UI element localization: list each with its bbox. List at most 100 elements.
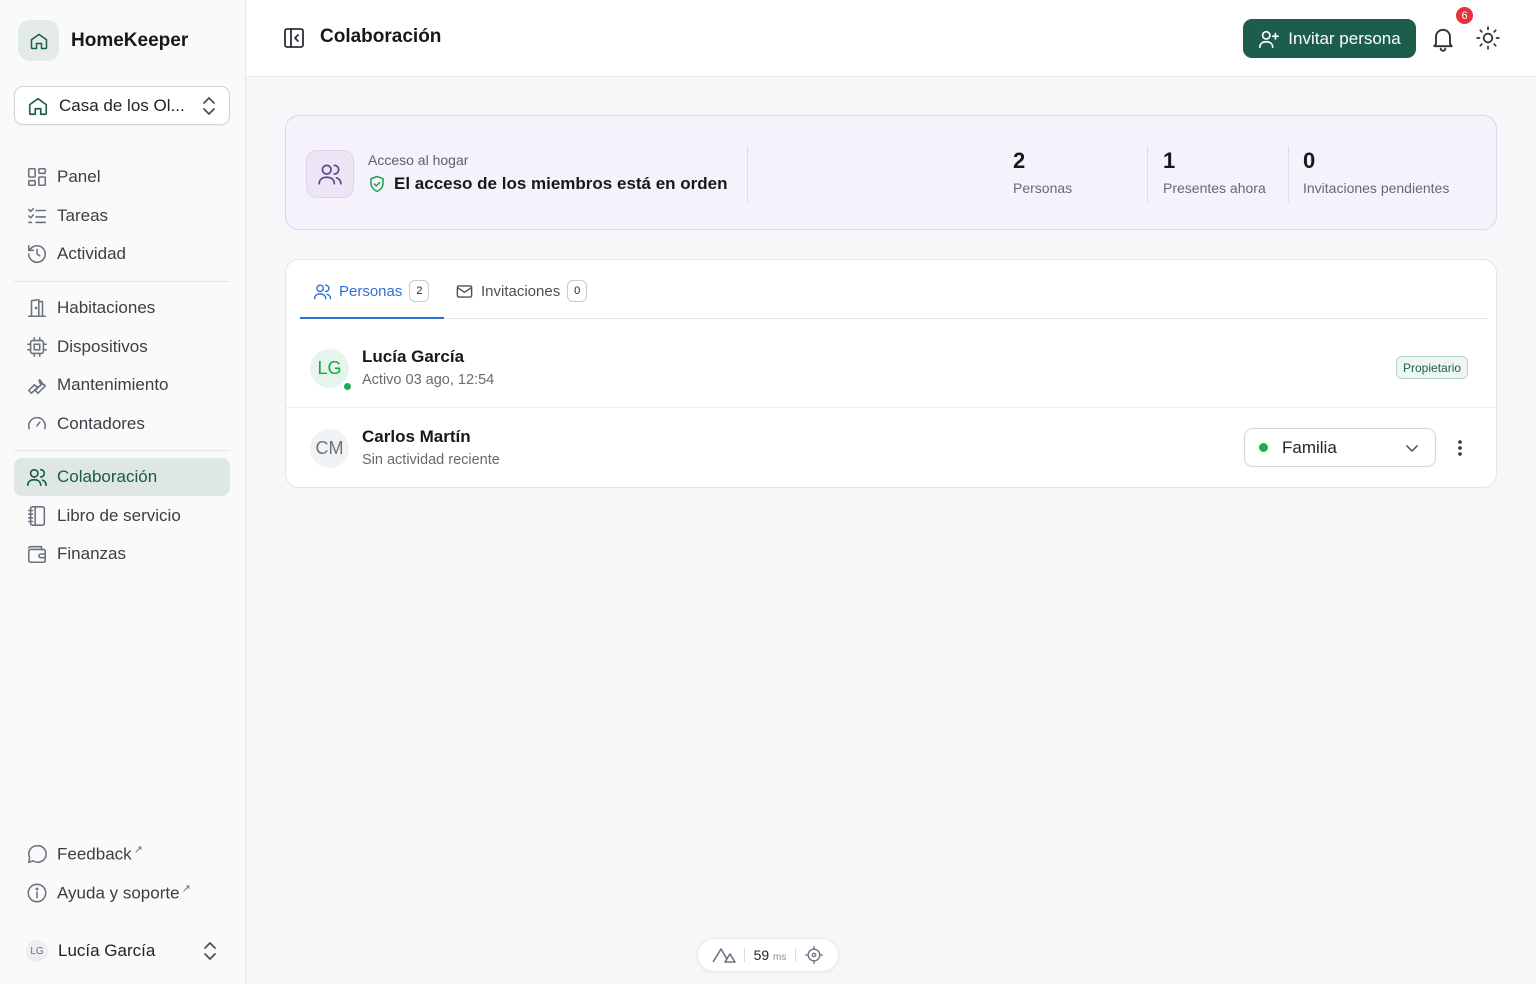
sidebar: HomeKeeper Casa de los Ol... Panel Tarea… [0, 0, 246, 984]
sidebar-item-finanzas[interactable]: Finanzas [14, 535, 230, 573]
brand[interactable]: HomeKeeper [18, 20, 188, 61]
wrench-icon [27, 378, 47, 395]
sidebar-item-habitaciones[interactable]: Habitaciones [14, 289, 230, 327]
history-icon [27, 244, 47, 263]
top-header: Colaboración Invitar persona 6 [246, 0, 1536, 77]
sidebar-item-actividad[interactable]: Actividad [14, 235, 230, 273]
sidebar-item-tareas[interactable]: Tareas [14, 197, 230, 235]
user-name: Lucía García [58, 941, 156, 960]
nav-manage: Colaboración Libro de servicio Finanzas [14, 458, 230, 574]
nav-home: Habitaciones Dispositivos Mantenimiento … [14, 289, 230, 443]
nuxt-icon[interactable] [712, 947, 736, 963]
stat-divider [1288, 146, 1289, 202]
wallet-icon [27, 545, 47, 564]
stat-divider [1147, 146, 1148, 202]
info-icon [27, 883, 47, 902]
users-icon [313, 283, 332, 299]
sun-icon[interactable] [1475, 25, 1501, 51]
chevron-up-down-icon [204, 942, 216, 960]
sidebar-item-label: Habitaciones [57, 298, 156, 317]
active-tab-indicator [300, 317, 444, 319]
perf-separator [794, 948, 796, 962]
access-summary-card: Acceso al hogar El acceso de los miembro… [285, 115, 1497, 230]
home-selector[interactable]: Casa de los Ol... [14, 86, 230, 125]
page-title: Colaboración [320, 26, 442, 47]
perf-indicator: 59 ms [697, 938, 839, 972]
sidebar-item-contadores[interactable]: Contadores [14, 405, 230, 443]
sidebar-item-label: Feedback [57, 844, 132, 864]
sidebar-item-libro-de-servicio[interactable]: Libro de servicio [14, 497, 230, 535]
invite-person-button[interactable]: Invitar persona [1243, 19, 1416, 58]
stat-label: Personas [1013, 180, 1073, 196]
member-activity: Sin actividad reciente [362, 452, 500, 468]
summary-kicker: Acceso al hogar [368, 152, 469, 168]
stat-label: Invitaciones pendientes [1303, 180, 1450, 196]
home-selector-label: Casa de los Ol... [59, 95, 185, 115]
shield-check-icon [370, 175, 384, 193]
member-row[interactable]: CM Carlos Martín Sin actividad reciente … [286, 408, 1496, 487]
tab-invitaciones[interactable]: Invitaciones 0 [455, 280, 588, 302]
member-row[interactable]: LG Lucía García Activo 03 ago, 12:54 Pro… [286, 328, 1496, 408]
sidebar-item-label: Libro de servicio [57, 505, 181, 525]
stat-personas: 2 Personas [1013, 148, 1072, 196]
sidebar-item-label: Dispositivos [57, 336, 148, 356]
member-name: Lucía García [362, 347, 465, 366]
chevron-up-down-icon [203, 96, 215, 115]
sidebar-item-ayuda[interactable]: Ayuda y soporte ↗ [14, 874, 230, 912]
member-activity: Activo 03 ago, 12:54 [362, 372, 495, 388]
stat-value: 0 [1303, 148, 1316, 173]
message-icon [27, 844, 47, 864]
sidebar-item-dispositivos[interactable]: Dispositivos [14, 328, 230, 366]
summary-divider [747, 146, 748, 202]
sidebar-item-mantenimiento[interactable]: Mantenimiento [14, 366, 230, 404]
tab-count: 2 [409, 280, 430, 302]
door-icon [27, 298, 47, 318]
sidebar-item-colaboracion[interactable]: Colaboración [14, 458, 230, 496]
sidebar-item-label: Actividad [57, 244, 126, 263]
crosshair-icon[interactable] [804, 945, 824, 965]
sidebar-item-label: Finanzas [57, 544, 126, 563]
home-logo-icon [18, 20, 59, 61]
summary-status: El acceso de los miembros está en orden [368, 174, 728, 194]
sidebar-item-panel[interactable]: Panel [14, 158, 230, 196]
members-card: Personas 2 Invitaciones 0 LG Lucía Garcí… [285, 259, 1497, 488]
more-options-icon[interactable] [1450, 436, 1470, 460]
users-icon [27, 468, 47, 487]
role-select-value: Familia [1282, 437, 1337, 457]
sidebar-item-feedback[interactable]: Feedback ↗ [14, 835, 230, 873]
users-icon [306, 150, 354, 198]
sidebar-item-label: Tareas [57, 205, 109, 225]
gauge-icon [27, 416, 47, 429]
member-name: Carlos Martín [362, 427, 471, 446]
bell-icon[interactable] [1429, 24, 1457, 52]
stat-value: 1 [1163, 148, 1176, 173]
online-indicator [342, 381, 353, 392]
sidebar-item-label: Contadores [57, 413, 145, 433]
stat-invitaciones: 0 Invitaciones pendientes [1303, 148, 1449, 196]
summary-status-text: El acceso de los miembros está en orden [394, 174, 728, 193]
notification-badge: 6 [1454, 5, 1475, 26]
sidebar-item-label: Mantenimiento [57, 375, 169, 394]
owner-badge: Propietario [1396, 356, 1469, 379]
sidebar-item-label: Colaboración [57, 467, 158, 486]
perf-unit: ms [773, 952, 787, 963]
sidebar-toggle-icon[interactable] [282, 26, 306, 50]
invite-person-label: Invitar persona [1288, 28, 1401, 48]
role-status-dot [1259, 443, 1268, 452]
perf-value: 59 [753, 947, 770, 963]
checklist-icon [27, 207, 47, 223]
sidebar-item-label: Ayuda y soporte [57, 883, 180, 903]
tab-personas[interactable]: Personas 2 [313, 280, 430, 302]
avatar: LG [26, 940, 48, 962]
user-menu[interactable]: LG Lucía García [14, 932, 230, 970]
role-select[interactable]: Familia [1244, 428, 1436, 467]
grid-icon [27, 167, 47, 187]
tab-label: Invitaciones [481, 282, 561, 300]
external-link-icon: ↗ [133, 844, 143, 857]
nav-main: Panel Tareas Actividad [14, 158, 230, 274]
chip-icon [27, 336, 47, 357]
tab-label: Personas [339, 282, 403, 300]
mail-icon [456, 284, 473, 298]
tab-bar: Personas 2 Invitaciones 0 [300, 260, 1488, 319]
notebook-icon [27, 505, 46, 526]
